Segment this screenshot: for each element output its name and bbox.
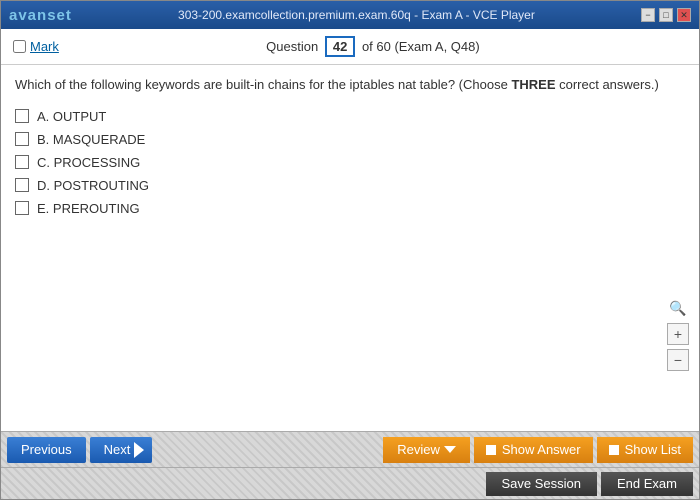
sidebar-controls: 🔍 + − [667,297,689,371]
option-row-e[interactable]: E. PREROUTING [15,201,685,216]
option-row-c[interactable]: C. PROCESSING [15,155,685,170]
checkbox-d[interactable] [15,178,29,192]
show-answer-button[interactable]: Show Answer [474,437,593,463]
checkbox-a[interactable] [15,109,29,123]
checkbox-b[interactable] [15,132,29,146]
mark-checkbox[interactable] [13,40,26,53]
option-row-a[interactable]: A. OUTPUT [15,109,685,124]
window-controls: − □ ✕ [641,8,691,22]
show-answer-icon [486,445,496,455]
main-content: Which of the following keywords are buil… [1,65,699,431]
next-label: Next [104,442,131,457]
option-label-e: E. PREROUTING [37,201,140,216]
minimize-button[interactable]: − [641,8,655,22]
question-header: Mark Question 42 of 60 (Exam A, Q48) [1,29,699,65]
bottom-toolbar: Previous Next Review Show Answer Show Li… [1,431,699,467]
show-list-icon [609,445,619,455]
question-number-area: Question 42 of 60 (Exam A, Q48) [59,36,687,57]
show-list-button[interactable]: Show List [597,437,693,463]
mark-label[interactable]: Mark [30,39,59,54]
option-row-b[interactable]: B. MASQUERADE [15,132,685,147]
option-label-c: C. PROCESSING [37,155,140,170]
close-button[interactable]: ✕ [677,8,691,22]
question-text-before: Which of the following keywords are buil… [15,77,511,92]
question-text-bold: THREE [511,77,555,92]
show-answer-label: Show Answer [502,442,581,457]
question-text: Which of the following keywords are buil… [15,75,685,95]
footer-bar: Save Session End Exam [1,467,699,499]
checkbox-c[interactable] [15,155,29,169]
checkbox-e[interactable] [15,201,29,215]
zoom-in-button[interactable]: + [667,323,689,345]
option-label-a: A. OUTPUT [37,109,106,124]
question-of-label: of 60 (Exam A, Q48) [362,39,480,54]
maximize-button[interactable]: □ [659,8,673,22]
zoom-out-button[interactable]: − [667,349,689,371]
option-label-b: B. MASQUERADE [37,132,145,147]
next-arrow-icon [134,442,144,458]
previous-button[interactable]: Previous [7,437,86,463]
mark-checkbox-area[interactable]: Mark [13,39,59,54]
next-button[interactable]: Next [90,437,153,463]
search-icon[interactable]: 🔍 [667,297,689,319]
titlebar: avanset 303-200.examcollection.premium.e… [1,1,699,29]
show-list-label: Show List [625,442,681,457]
window-title: 303-200.examcollection.premium.exam.60q … [72,8,641,22]
end-exam-button[interactable]: End Exam [601,472,693,496]
option-label-d: D. POSTROUTING [37,178,149,193]
review-button[interactable]: Review [383,437,470,463]
question-number-box: 42 [325,36,355,57]
option-row-d[interactable]: D. POSTROUTING [15,178,685,193]
app-logo: avanset [9,7,72,24]
question-text-after: correct answers.) [556,77,659,92]
question-label: Question [266,39,318,54]
main-window: avanset 303-200.examcollection.premium.e… [0,0,700,500]
save-session-button[interactable]: Save Session [486,472,598,496]
review-arrow-icon [444,446,456,453]
review-label: Review [397,442,440,457]
logo-part-a: avan [9,7,47,24]
logo-part-b: set [47,7,72,24]
